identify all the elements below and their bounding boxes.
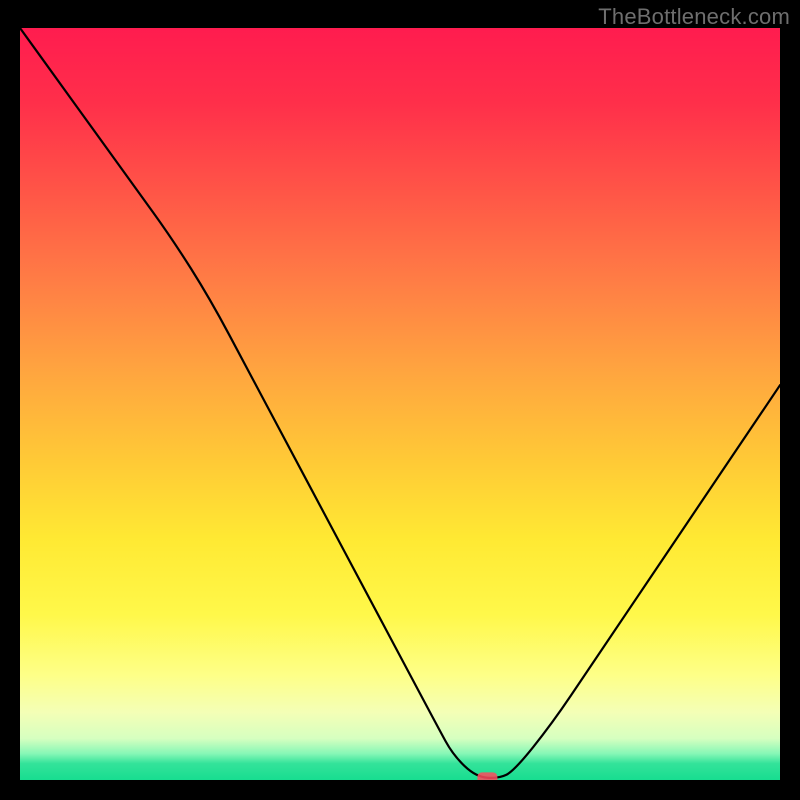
- plot-area: [20, 28, 780, 780]
- optimal-marker: [478, 773, 497, 780]
- bottleneck-chart-frame: TheBottleneck.com: [0, 0, 800, 800]
- watermark-text: TheBottleneck.com: [598, 4, 790, 30]
- bottleneck-curve-svg: [20, 28, 780, 780]
- bottleneck-curve: [20, 28, 780, 778]
